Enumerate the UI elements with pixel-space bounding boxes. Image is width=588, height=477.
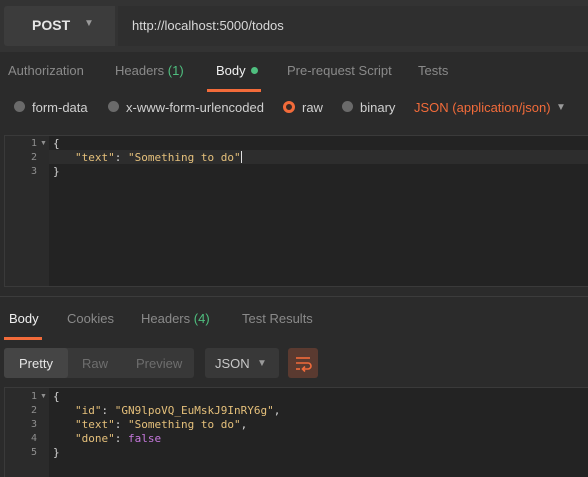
tab-body-label: Body	[216, 63, 246, 78]
line-number: 2	[30, 405, 37, 416]
tab-tests[interactable]: Tests	[418, 63, 448, 78]
json-key: "id"	[75, 404, 102, 417]
line-number: 1	[30, 391, 37, 402]
radio-form-data[interactable]	[14, 101, 25, 112]
json-colon: :	[101, 404, 115, 417]
content-type-dropdown[interactable]: JSON (application/json)	[414, 100, 551, 115]
section-divider	[0, 296, 588, 297]
radio-raw[interactable]	[283, 101, 295, 113]
code-line: {	[53, 137, 60, 150]
method-dropdown[interactable]: POST ▼	[4, 6, 115, 46]
response-tabs: Body Cookies Headers (4) Test Results	[0, 300, 588, 340]
line-number: 3	[30, 166, 37, 177]
radio-binary[interactable]	[342, 101, 353, 112]
json-colon: :	[114, 418, 128, 431]
format-label: JSON	[215, 356, 250, 371]
tab-response-body[interactable]: Body	[9, 311, 39, 326]
tab-test-results[interactable]: Test Results	[242, 311, 313, 326]
url-text: http://localhost:5000/todos	[132, 18, 284, 33]
tab-prerequest-script[interactable]: Pre-request Script	[287, 63, 392, 78]
url-input[interactable]: http://localhost:5000/todos	[118, 6, 588, 46]
line-number: 3	[30, 419, 37, 430]
line-number: 1	[30, 138, 37, 149]
tab-headers[interactable]: Headers (1)	[115, 63, 184, 78]
line-number: 5	[30, 447, 37, 458]
json-string: "Something to do"	[128, 151, 241, 164]
json-colon: :	[114, 151, 128, 164]
raw-button[interactable]: Raw	[82, 356, 108, 371]
wrap-lines-button[interactable]	[288, 348, 318, 378]
tab-body[interactable]: Body	[216, 63, 258, 78]
code-line: }	[53, 446, 60, 459]
headers-count-badge: (1)	[167, 63, 184, 78]
tab-response-cookies[interactable]: Cookies	[67, 311, 114, 326]
pretty-label: Pretty	[19, 356, 53, 371]
json-string: "GN9lpoVQ_EuMskJ9InRY6g"	[114, 404, 274, 417]
fold-triangle-icon[interactable]: ▼	[40, 393, 47, 400]
json-colon: :	[114, 432, 128, 445]
chevron-down-icon: ▼	[84, 18, 94, 29]
line-number: 4	[30, 433, 37, 444]
active-tab-indicator	[207, 89, 261, 92]
radio-label-raw: raw	[302, 100, 323, 115]
radio-label-form-data: form-data	[32, 100, 88, 115]
radio-label-binary: binary	[360, 100, 396, 115]
chevron-down-icon[interactable]: ▼	[556, 102, 566, 113]
radio-urlencoded[interactable]	[108, 101, 119, 112]
json-string: "Something to do"	[128, 418, 241, 431]
code-line: "text": "Something to do",	[75, 418, 247, 431]
active-response-tab-indicator	[4, 337, 42, 340]
line-number: 2	[30, 152, 37, 163]
tab-authorization[interactable]: Authorization	[8, 63, 84, 78]
tab-headers-label: Headers	[115, 63, 165, 78]
json-comma: ,	[240, 418, 248, 431]
radio-label-urlencoded: x-www-form-urlencoded	[126, 100, 264, 115]
code-line: "done": false	[75, 432, 161, 445]
response-body-viewer[interactable]: 1 ▼ 2 3 4 5 { "id": "GN9lpoVQ_EuMskJ9InR…	[4, 387, 588, 477]
fold-triangle-icon[interactable]: ▼	[40, 140, 47, 147]
chevron-down-icon: ▼	[257, 358, 267, 369]
code-line: "text": "Something to do"	[75, 151, 242, 164]
tab-response-headers-label: Headers	[141, 311, 191, 326]
code-line: }	[53, 165, 60, 178]
request-bar: POST ▼ http://localhost:5000/todos	[0, 0, 588, 52]
code-line: {	[53, 390, 60, 403]
text-cursor	[240, 151, 242, 163]
json-key: "text"	[75, 151, 115, 164]
request-tabs: Authorization Headers (1) Body Pre-reque…	[0, 52, 588, 92]
method-label: POST	[32, 17, 71, 33]
response-headers-count-badge: (4)	[193, 311, 210, 326]
json-key: "done"	[75, 432, 115, 445]
request-body-editor[interactable]: 1 ▼ 2 3 { "text": "Something to do" }	[4, 135, 588, 287]
json-boolean: false	[128, 432, 162, 445]
tab-response-headers[interactable]: Headers (4)	[141, 311, 210, 326]
body-active-dot-icon	[250, 67, 258, 74]
json-comma: ,	[273, 404, 281, 417]
wrap-lines-icon	[296, 357, 312, 373]
preview-button[interactable]: Preview	[136, 356, 182, 371]
code-line: "id": "GN9lpoVQ_EuMskJ9InRY6g",	[75, 404, 280, 417]
json-key: "text"	[75, 418, 115, 431]
